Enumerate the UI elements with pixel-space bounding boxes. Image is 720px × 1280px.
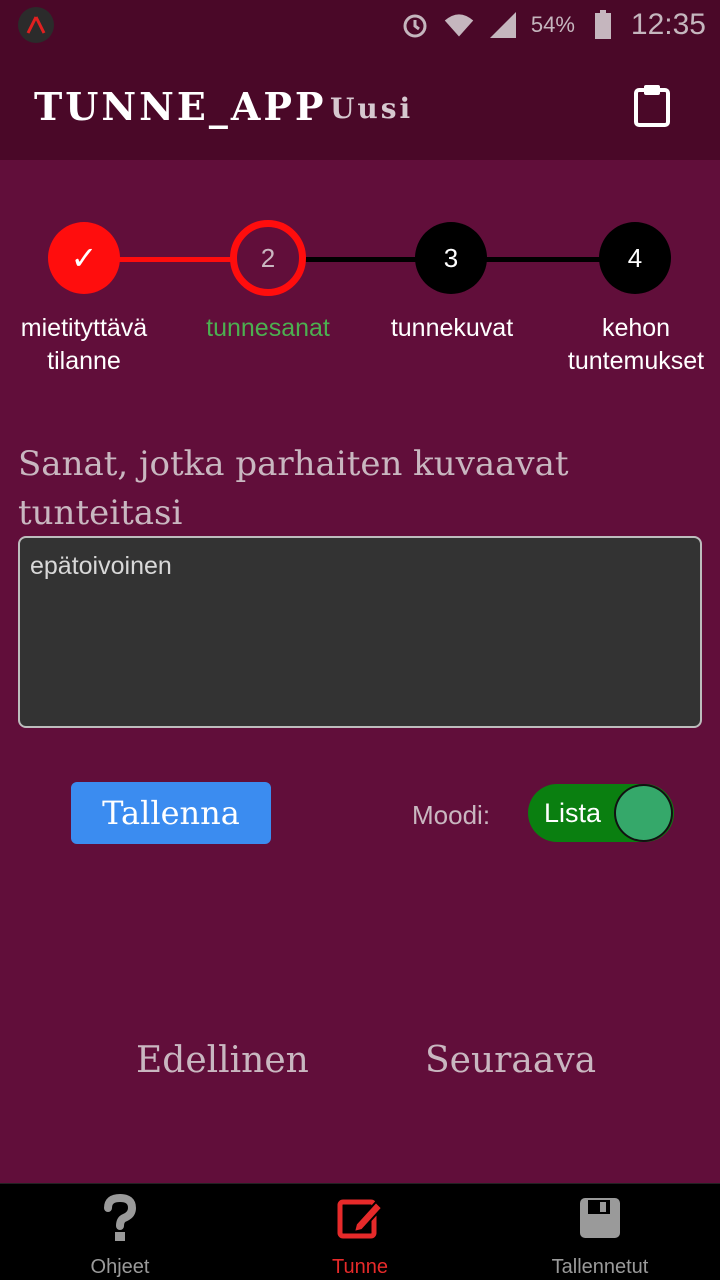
battery-icon [587, 9, 619, 41]
stepper: ✓ 2 3 4 mietityttävä tilanne tunnesanat … [0, 210, 720, 390]
previous-button[interactable]: Edellinen [136, 1040, 309, 1081]
step-4-label: kehon tuntemukset [567, 314, 705, 375]
signal-icon [487, 9, 519, 41]
check-icon: ✓ [70, 240, 98, 276]
step-2-active[interactable]: 2 [230, 220, 306, 296]
feelings-textarea[interactable]: epätoivoinen [18, 536, 702, 728]
app-bar: TUNNE_APP Uusi [0, 50, 720, 160]
question-icon [96, 1194, 144, 1242]
app-subtitle: Uusi [330, 92, 414, 125]
status-icons: 54% 12:35 [399, 6, 706, 44]
app-title: TUNNE_APP [34, 84, 327, 129]
step-1-label: mietityttävä tilanne [20, 314, 148, 375]
step-3-label: tunnekuvat [390, 314, 514, 342]
feelings-prompt: Sanat, jotka parhaiten kuvaavat tunteita… [18, 444, 569, 533]
tab-tunne[interactable]: Tunne [240, 1184, 480, 1280]
step-1-completed[interactable]: ✓ [48, 222, 120, 294]
status-bar: 54% 12:35 [0, 0, 720, 50]
mode-label: Moodi: [412, 800, 491, 830]
step-2-label: tunnesanat [206, 314, 330, 342]
bottom-tab-bar: Ohjeet Tunne Tallennetut [0, 1183, 720, 1280]
app-notification-icon [18, 7, 54, 43]
tab-ohjeet[interactable]: Ohjeet [0, 1184, 240, 1280]
wifi-icon [443, 9, 475, 41]
clock: 12:35 [630, 8, 706, 41]
edit-icon [336, 1194, 384, 1242]
battery-percent: 54% [530, 12, 575, 37]
next-button[interactable]: Seuraava [425, 1040, 596, 1081]
alarm-icon [399, 9, 431, 41]
floppy-disk-icon [576, 1194, 624, 1242]
step-3[interactable]: 3 [415, 222, 487, 294]
tab-tallennetut[interactable]: Tallennetut [480, 1184, 720, 1280]
mode-toggle[interactable]: Lista [528, 784, 674, 842]
toggle-knob[interactable] [614, 784, 673, 842]
clipboard-icon[interactable] [630, 82, 674, 128]
save-button[interactable]: Tallenna [71, 782, 271, 844]
step-4[interactable]: 4 [599, 222, 671, 294]
mode-toggle-label: Lista [544, 798, 602, 828]
